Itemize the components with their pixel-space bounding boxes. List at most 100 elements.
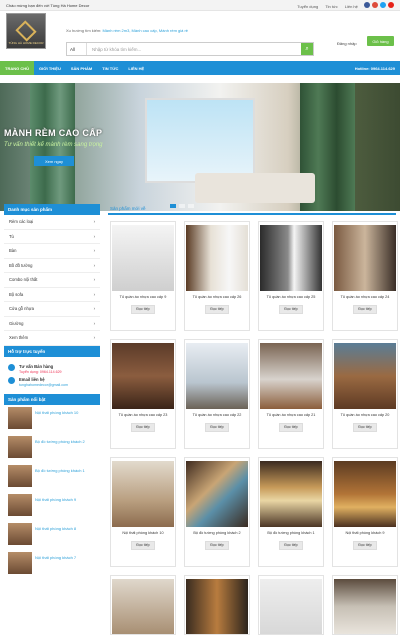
category-item[interactable]: Bộ sofa ›: [4, 288, 100, 302]
featured-thumb: [8, 464, 32, 487]
product-image[interactable]: [334, 343, 396, 409]
search-button[interactable]: ⌕: [301, 43, 313, 55]
cart-button[interactable]: Giỏ hàng: [367, 36, 394, 46]
youtube-icon[interactable]: [388, 1, 394, 8]
category-item[interactable]: Tủ ›: [4, 230, 100, 244]
product-name[interactable]: Tủ quần áo nhựa cao cấp 20: [339, 413, 392, 418]
hero-banner[interactable]: MÀNH RÈM CAO CẤP Tư vấn thiết kế mành rè…: [0, 83, 400, 211]
product-name[interactable]: Tủ quần áo nhựa cao cấp 24: [339, 295, 392, 300]
product-card[interactable]: Tủ quần áo nhựa cao cấp 25 Đọc tiếp: [258, 221, 324, 331]
product-card[interactable]: Tủ quần áo nhựa cao cấp 20 Đọc tiếp: [332, 339, 398, 449]
link-recruit[interactable]: Tuyển dụng: [297, 4, 318, 9]
product-image[interactable]: [112, 343, 174, 409]
product-card[interactable]: Bộ đồ tường phòng khách 1 Đọc tiếp: [258, 457, 324, 567]
read-more-button[interactable]: Đọc tiếp: [131, 304, 155, 314]
product-card[interactable]: [258, 575, 324, 635]
product-card[interactable]: [332, 575, 398, 635]
trending-keywords: Xu hướng tìm kiếm: Mành rèm 2m3, Mành ca…: [66, 28, 189, 33]
product-name[interactable]: Nội thất phòng khách 10: [120, 531, 165, 536]
product-image[interactable]: [334, 225, 396, 291]
read-more-button[interactable]: Đọc tiếp: [131, 422, 155, 432]
product-name[interactable]: Tủ quần áo nhựa cao cấp 9: [118, 295, 169, 300]
chevron-right-icon: ›: [93, 248, 95, 254]
product-card[interactable]: [110, 575, 176, 635]
facebook-icon[interactable]: [364, 1, 370, 8]
product-card[interactable]: Nội thất phòng khách 9 Đọc tiếp: [332, 457, 398, 567]
product-name[interactable]: Nội thất phòng khách 9: [343, 531, 386, 536]
read-more-button[interactable]: Đọc tiếp: [353, 304, 377, 314]
login-link[interactable]: Đăng nhập: [337, 41, 357, 46]
product-image[interactable]: [260, 579, 322, 634]
product-name[interactable]: Bộ đồ tường phòng khách 2: [191, 531, 242, 536]
read-more-button[interactable]: Đọc tiếp: [279, 422, 303, 432]
product-card[interactable]: Tủ quần áo nhựa cao cấp 9 Đọc tiếp: [110, 221, 176, 331]
product-name[interactable]: Tủ quần áo nhựa cao cấp 25: [265, 295, 318, 300]
product-image[interactable]: [186, 579, 248, 634]
read-more-button[interactable]: Đọc tiếp: [205, 304, 229, 314]
product-name[interactable]: Tủ quần áo nhựa cao cấp 23: [117, 413, 170, 418]
support-phone[interactable]: Tuyển dụng: 0964.114.629: [19, 370, 62, 374]
category-item[interactable]: Combo nội thất ›: [4, 273, 100, 288]
product-image[interactable]: [186, 343, 248, 409]
featured-item[interactable]: Nội thất phòng khách 8: [4, 521, 100, 550]
product-image[interactable]: [260, 225, 322, 291]
product-image[interactable]: [334, 579, 396, 634]
search-category-select[interactable]: All: [67, 43, 87, 55]
product-image[interactable]: [260, 343, 322, 409]
product-image[interactable]: [112, 225, 174, 291]
product-image[interactable]: [112, 579, 174, 634]
product-image[interactable]: [186, 225, 248, 291]
featured-item[interactable]: Nội thất phòng khách 9: [4, 492, 100, 521]
category-item[interactable]: Rèm các loại ›: [4, 215, 100, 230]
product-name[interactable]: Tủ quần áo nhựa cao cấp 21: [265, 413, 318, 418]
category-item[interactable]: Bồ đồ tường ›: [4, 259, 100, 273]
product-card[interactable]: Tủ quần áo nhựa cao cấp 26 Đọc tiếp: [184, 221, 250, 331]
banner-cta-button[interactable]: Xem ngay: [34, 156, 74, 166]
product-card[interactable]: Tủ quần áo nhựa cao cấp 23 Đọc tiếp: [110, 339, 176, 449]
featured-item[interactable]: Bộ đồ tường phòng khách 1: [4, 463, 100, 492]
product-card[interactable]: Tủ quần áo nhựa cao cấp 24 Đọc tiếp: [332, 221, 398, 331]
category-item[interactable]: Giường ›: [4, 317, 100, 331]
link-news[interactable]: Tin tức: [325, 4, 337, 9]
hotline: Hotline: 0964.114.629: [354, 65, 395, 71]
product-name[interactable]: Tủ quần áo nhựa cao cấp 26: [191, 295, 244, 300]
link-contact[interactable]: Liên hệ: [345, 4, 358, 9]
product-card[interactable]: Tủ quần áo nhựa cao cấp 22 Đọc tiếp: [184, 339, 250, 449]
google-plus-icon[interactable]: [372, 1, 378, 8]
read-more-button[interactable]: Đọc tiếp: [279, 540, 303, 550]
category-item[interactable]: Cửa gỗ nhựa ›: [4, 302, 100, 317]
featured-item[interactable]: Nội thất phòng khách 7: [4, 550, 100, 579]
read-more-button[interactable]: Đọc tiếp: [279, 304, 303, 314]
read-more-button[interactable]: Đọc tiếp: [205, 422, 229, 432]
twitter-icon[interactable]: [380, 1, 386, 8]
search-input[interactable]: Nhập từ khóa tìm kiếm...: [87, 47, 301, 52]
read-more-button[interactable]: Đọc tiếp: [131, 540, 155, 550]
product-card[interactable]: Bộ đồ tường phòng khách 2 Đọc tiếp: [184, 457, 250, 567]
product-image[interactable]: [334, 461, 396, 527]
product-image[interactable]: [186, 461, 248, 527]
product-name[interactable]: Bộ đồ tường phòng khách 1: [265, 531, 316, 536]
chevron-right-icon: ›: [93, 291, 95, 297]
product-card[interactable]: Nội thất phòng khách 10 Đọc tiếp: [110, 457, 176, 567]
read-more-button[interactable]: Đọc tiếp: [353, 422, 377, 432]
trending-keyword-links[interactable]: Mành rèm 2m3, Mành cao cấp, Mành rèm giá…: [102, 28, 188, 33]
logo[interactable]: TÙNG HÀ HOME DECOR: [6, 13, 46, 49]
read-more-button[interactable]: Đọc tiếp: [205, 540, 229, 550]
product-card[interactable]: Tủ quần áo nhựa cao cấp 21 Đọc tiếp: [258, 339, 324, 449]
category-item[interactable]: Xem thêm ›: [4, 331, 100, 346]
featured-thumb: [8, 493, 32, 516]
product-name[interactable]: Tủ quần áo nhựa cao cấp 22: [191, 413, 244, 418]
nav-about[interactable]: GIỚI THIỆU: [34, 61, 66, 75]
featured-item[interactable]: Bộ đồ tường phòng khách 2: [4, 434, 100, 463]
category-item[interactable]: Bàn ›: [4, 244, 100, 259]
product-image[interactable]: [112, 461, 174, 527]
featured-item[interactable]: Nội thất phòng khách 10: [4, 405, 100, 434]
support-email[interactable]: tunghahomedecor@gmail.com: [19, 383, 68, 387]
product-card[interactable]: [184, 575, 250, 635]
nav-contact[interactable]: LIÊN HỆ: [123, 61, 149, 75]
nav-products[interactable]: SẢN PHẨM: [66, 61, 97, 75]
nav-home[interactable]: TRANG CHỦ: [0, 61, 34, 75]
read-more-button[interactable]: Đọc tiếp: [353, 540, 377, 550]
product-image[interactable]: [260, 461, 322, 527]
nav-news[interactable]: TIN TỨC: [97, 61, 123, 75]
